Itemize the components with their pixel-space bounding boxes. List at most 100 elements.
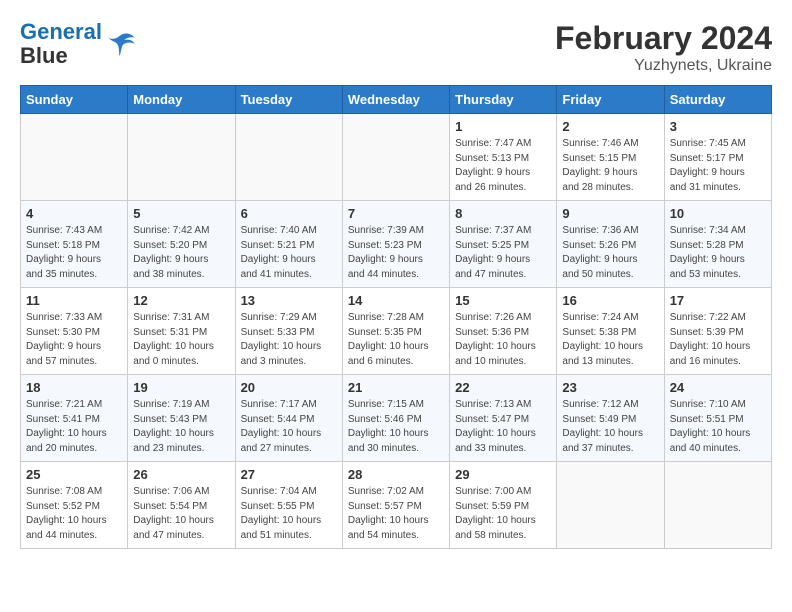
day-number: 9: [562, 206, 658, 221]
day-info: Sunrise: 7:47 AM Sunset: 5:13 PM Dayligh…: [455, 137, 551, 195]
day-number: 2: [562, 119, 658, 134]
day-info: Sunrise: 7:37 AM Sunset: 5:25 PM Dayligh…: [455, 224, 551, 282]
calendar-day-8: 8 Sunrise: 7:37 AM Sunset: 5:25 PM Daylig…: [450, 201, 557, 288]
weekday-header-row: SundayMondayTuesdayWednesdayThursdayFrid…: [21, 86, 772, 114]
calendar-day-29: 29 Sunrise: 7:00 AM Sunset: 5:59 PM Dayli…: [450, 462, 557, 549]
calendar-day-5: 5Sunrise: 7:42 AM Sunset: 5:20 PM Daylig…: [128, 201, 235, 288]
weekday-header-thursday: Thursday: [450, 86, 557, 114]
day-info: Sunrise: 7:19 AM Sunset: 5:43 PM Dayligh…: [133, 398, 229, 456]
calendar-day-9: 9 Sunrise: 7:36 AM Sunset: 5:26 PM Daylig…: [557, 201, 664, 288]
calendar-day-10: 10Sunrise: 7:34 AM Sunset: 5:28 PM Dayli…: [664, 201, 771, 288]
empty-day-cell: [21, 114, 128, 201]
calendar-day-13: 13Sunrise: 7:29 AM Sunset: 5:33 PM Dayli…: [235, 288, 342, 375]
calendar-day-12: 12 Sunrise: 7:31 AM Sunset: 5:31 PM Dayli…: [128, 288, 235, 375]
empty-day-cell: [128, 114, 235, 201]
logo-bird-icon: [106, 29, 136, 59]
day-number: 18: [26, 380, 122, 395]
calendar-day-22: 22 Sunrise: 7:13 AM Sunset: 5:47 PM Dayli…: [450, 375, 557, 462]
day-number: 12: [133, 293, 229, 308]
empty-day-cell: [342, 114, 449, 201]
calendar-day-26: 26Sunrise: 7:06 AM Sunset: 5:54 PM Dayli…: [128, 462, 235, 549]
day-number: 16: [562, 293, 658, 308]
day-info: Sunrise: 7:43 AM Sunset: 5:18 PM Dayligh…: [26, 224, 122, 282]
day-number: 17: [670, 293, 766, 308]
main-title: February 2024: [555, 20, 772, 57]
day-info: Sunrise: 7:13 AM Sunset: 5:47 PM Dayligh…: [455, 398, 551, 456]
weekday-header-friday: Friday: [557, 86, 664, 114]
calendar-week-row: 4 Sunrise: 7:43 AM Sunset: 5:18 PM Daylig…: [21, 201, 772, 288]
weekday-header-tuesday: Tuesday: [235, 86, 342, 114]
day-info: Sunrise: 7:33 AM Sunset: 5:30 PM Dayligh…: [26, 311, 122, 369]
day-number: 29: [455, 467, 551, 482]
day-number: 1: [455, 119, 551, 134]
day-info: Sunrise: 7:46 AM Sunset: 5:15 PM Dayligh…: [562, 137, 658, 195]
calendar-day-25: 25Sunrise: 7:08 AM Sunset: 5:52 PM Dayli…: [21, 462, 128, 549]
calendar-day-19: 19 Sunrise: 7:19 AM Sunset: 5:43 PM Dayli…: [128, 375, 235, 462]
weekday-header-saturday: Saturday: [664, 86, 771, 114]
empty-day-cell: [235, 114, 342, 201]
calendar-week-row: 25Sunrise: 7:08 AM Sunset: 5:52 PM Dayli…: [21, 462, 772, 549]
page-header: GeneralBlue February 2024 Yuzhynets, Ukr…: [20, 20, 772, 75]
weekday-header-monday: Monday: [128, 86, 235, 114]
weekday-header-wednesday: Wednesday: [342, 86, 449, 114]
day-info: Sunrise: 7:02 AM Sunset: 5:57 PM Dayligh…: [348, 485, 444, 543]
day-info: Sunrise: 7:26 AM Sunset: 5:36 PM Dayligh…: [455, 311, 551, 369]
calendar-table: SundayMondayTuesdayWednesdayThursdayFrid…: [20, 85, 772, 549]
calendar-day-21: 21 Sunrise: 7:15 AM Sunset: 5:46 PM Dayli…: [342, 375, 449, 462]
empty-day-cell: [557, 462, 664, 549]
day-number: 15: [455, 293, 551, 308]
day-info: Sunrise: 7:12 AM Sunset: 5:49 PM Dayligh…: [562, 398, 658, 456]
day-info: Sunrise: 7:39 AM Sunset: 5:23 PM Dayligh…: [348, 224, 444, 282]
calendar-day-27: 27 Sunrise: 7:04 AM Sunset: 5:55 PM Dayli…: [235, 462, 342, 549]
day-info: Sunrise: 7:22 AM Sunset: 5:39 PM Dayligh…: [670, 311, 766, 369]
calendar-day-11: 11 Sunrise: 7:33 AM Sunset: 5:30 PM Dayli…: [21, 288, 128, 375]
day-number: 19: [133, 380, 229, 395]
calendar-day-16: 16 Sunrise: 7:24 AM Sunset: 5:38 PM Dayli…: [557, 288, 664, 375]
title-block: February 2024 Yuzhynets, Ukraine: [555, 20, 772, 75]
day-info: Sunrise: 7:36 AM Sunset: 5:26 PM Dayligh…: [562, 224, 658, 282]
calendar-week-row: 1 Sunrise: 7:47 AM Sunset: 5:13 PM Daylig…: [21, 114, 772, 201]
day-number: 21: [348, 380, 444, 395]
day-number: 8: [455, 206, 551, 221]
calendar-day-23: 23 Sunrise: 7:12 AM Sunset: 5:49 PM Dayli…: [557, 375, 664, 462]
day-info: Sunrise: 7:15 AM Sunset: 5:46 PM Dayligh…: [348, 398, 444, 456]
calendar-day-7: 7Sunrise: 7:39 AM Sunset: 5:23 PM Daylig…: [342, 201, 449, 288]
day-number: 14: [348, 293, 444, 308]
calendar-day-14: 14 Sunrise: 7:28 AM Sunset: 5:35 PM Dayli…: [342, 288, 449, 375]
day-info: Sunrise: 7:00 AM Sunset: 5:59 PM Dayligh…: [455, 485, 551, 543]
calendar-day-15: 15 Sunrise: 7:26 AM Sunset: 5:36 PM Dayli…: [450, 288, 557, 375]
day-number: 22: [455, 380, 551, 395]
day-info: Sunrise: 7:31 AM Sunset: 5:31 PM Dayligh…: [133, 311, 229, 369]
day-number: 23: [562, 380, 658, 395]
day-number: 28: [348, 467, 444, 482]
day-info: Sunrise: 7:24 AM Sunset: 5:38 PM Dayligh…: [562, 311, 658, 369]
calendar-week-row: 18 Sunrise: 7:21 AM Sunset: 5:41 PM Dayli…: [21, 375, 772, 462]
logo-text: GeneralBlue: [20, 20, 102, 68]
day-info: Sunrise: 7:06 AM Sunset: 5:54 PM Dayligh…: [133, 485, 229, 543]
day-info: Sunrise: 7:17 AM Sunset: 5:44 PM Dayligh…: [241, 398, 337, 456]
day-number: 3: [670, 119, 766, 134]
day-number: 24: [670, 380, 766, 395]
day-info: Sunrise: 7:04 AM Sunset: 5:55 PM Dayligh…: [241, 485, 337, 543]
calendar-day-24: 24Sunrise: 7:10 AM Sunset: 5:51 PM Dayli…: [664, 375, 771, 462]
day-number: 25: [26, 467, 122, 482]
day-number: 20: [241, 380, 337, 395]
day-info: Sunrise: 7:45 AM Sunset: 5:17 PM Dayligh…: [670, 137, 766, 195]
day-info: Sunrise: 7:21 AM Sunset: 5:41 PM Dayligh…: [26, 398, 122, 456]
subtitle: Yuzhynets, Ukraine: [555, 57, 772, 75]
day-number: 4: [26, 206, 122, 221]
day-number: 10: [670, 206, 766, 221]
calendar-day-1: 1 Sunrise: 7:47 AM Sunset: 5:13 PM Daylig…: [450, 114, 557, 201]
day-info: Sunrise: 7:42 AM Sunset: 5:20 PM Dayligh…: [133, 224, 229, 282]
day-number: 11: [26, 293, 122, 308]
calendar-day-6: 6 Sunrise: 7:40 AM Sunset: 5:21 PM Daylig…: [235, 201, 342, 288]
day-info: Sunrise: 7:29 AM Sunset: 5:33 PM Dayligh…: [241, 311, 337, 369]
empty-day-cell: [664, 462, 771, 549]
calendar-day-28: 28 Sunrise: 7:02 AM Sunset: 5:57 PM Dayli…: [342, 462, 449, 549]
day-number: 6: [241, 206, 337, 221]
day-number: 27: [241, 467, 337, 482]
weekday-header-sunday: Sunday: [21, 86, 128, 114]
day-info: Sunrise: 7:28 AM Sunset: 5:35 PM Dayligh…: [348, 311, 444, 369]
calendar-day-18: 18 Sunrise: 7:21 AM Sunset: 5:41 PM Dayli…: [21, 375, 128, 462]
day-info: Sunrise: 7:40 AM Sunset: 5:21 PM Dayligh…: [241, 224, 337, 282]
